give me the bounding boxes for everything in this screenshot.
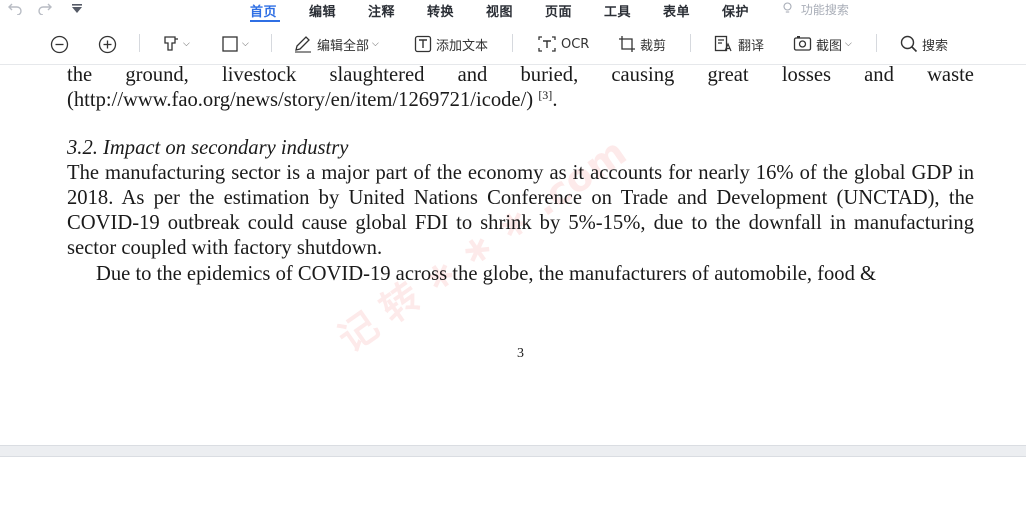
zoom-in-button[interactable] bbox=[98, 28, 117, 60]
paragraph: Due to the epidemics of COVID-19 across … bbox=[96, 263, 877, 285]
url-text: (http://www.fao.org/news/story/en/item/1… bbox=[67, 89, 534, 111]
crop-label: 裁剪 bbox=[640, 38, 667, 54]
tab-protect[interactable]: 保护 bbox=[722, 1, 749, 20]
edit-all-button[interactable]: 编辑全部 ⌵ bbox=[293, 28, 379, 60]
toolbar: ⌵ ⌵ 编辑全部 ⌵ 添加文本 OCR 裁剪 翻译 截图 ⌵ 搜索 bbox=[0, 28, 1026, 60]
toolbar-divider bbox=[512, 34, 513, 52]
zoom-out-icon bbox=[50, 35, 69, 54]
active-tab-indicator bbox=[250, 20, 280, 22]
crop-icon bbox=[618, 35, 636, 53]
page-number: 3 bbox=[517, 346, 524, 361]
citation: [3] bbox=[538, 88, 553, 102]
screenshot-label: 截图 bbox=[816, 38, 843, 54]
select-area-button[interactable]: ⌵ bbox=[221, 28, 249, 60]
paragraph: The manufacturing sector is a major part… bbox=[67, 162, 974, 259]
ocr-icon bbox=[537, 35, 557, 53]
undo-icon[interactable] bbox=[8, 1, 22, 19]
chevron-down-icon: ⌵ bbox=[242, 39, 249, 49]
zoom-out-button[interactable] bbox=[50, 28, 69, 60]
toolbar-divider bbox=[876, 34, 877, 52]
screenshot-icon bbox=[793, 35, 812, 53]
bulb-icon bbox=[782, 2, 797, 17]
tab-forms[interactable]: 表单 bbox=[663, 1, 690, 20]
translate-label: 翻译 bbox=[738, 38, 765, 54]
document-line: (http://www.fao.org/news/story/en/item/1… bbox=[67, 88, 558, 111]
tab-tools[interactable]: 工具 bbox=[604, 1, 631, 20]
add-text-button[interactable]: 添加文本 bbox=[414, 28, 488, 60]
ocr-label: OCR bbox=[561, 36, 590, 52]
tab-annotate[interactable]: 注释 bbox=[368, 1, 395, 20]
zoom-in-icon bbox=[98, 35, 117, 54]
tab-convert[interactable]: 转换 bbox=[427, 1, 454, 20]
add-text-label: 添加文本 bbox=[436, 38, 489, 54]
toolbar-divider bbox=[139, 34, 140, 52]
tab-view[interactable]: 视图 bbox=[486, 1, 513, 20]
screenshot-button[interactable]: 截图 ⌵ bbox=[793, 28, 852, 60]
page-separator bbox=[0, 445, 1026, 457]
edit-all-label: 编辑全部 bbox=[317, 38, 370, 54]
search-label: 搜索 bbox=[922, 38, 949, 54]
quick-access-dropdown-icon[interactable] bbox=[71, 4, 83, 17]
section-heading: 3.2. Impact on secondary industry bbox=[67, 137, 349, 159]
translate-icon bbox=[714, 35, 734, 53]
toolbar-divider bbox=[690, 34, 691, 52]
document-page[interactable]: 记 转 ∗ ∗ ∗ .com the ground, livestock sla… bbox=[0, 64, 1026, 445]
highlighter-icon bbox=[162, 35, 180, 53]
next-page[interactable] bbox=[0, 457, 1026, 531]
ocr-button[interactable]: OCR bbox=[537, 28, 589, 60]
tab-page[interactable]: 页面 bbox=[545, 1, 572, 20]
toolbar-divider bbox=[271, 34, 272, 52]
redo-icon[interactable] bbox=[38, 1, 52, 19]
menu-bar: 首页 编辑 注释 转换 视图 页面 工具 表单 保护 功能搜索 bbox=[0, 0, 1026, 22]
edit-pen-icon bbox=[293, 35, 313, 53]
document-line: the ground, livestock slaughtered and bu… bbox=[67, 64, 974, 86]
crop-button[interactable]: 裁剪 bbox=[618, 28, 666, 60]
search-icon bbox=[900, 35, 918, 53]
tab-edit[interactable]: 编辑 bbox=[309, 1, 336, 20]
add-text-icon bbox=[414, 35, 432, 53]
chevron-down-icon: ⌵ bbox=[372, 39, 379, 49]
function-search-label: 功能搜索 bbox=[800, 3, 849, 17]
search-button[interactable]: 搜索 bbox=[900, 28, 948, 60]
chevron-down-icon: ⌵ bbox=[183, 39, 190, 49]
function-search[interactable]: 功能搜索 bbox=[782, 1, 849, 18]
highlighter-button[interactable]: ⌵ bbox=[162, 28, 190, 60]
select-rectangle-icon bbox=[221, 35, 239, 53]
translate-button[interactable]: 翻译 bbox=[714, 28, 764, 60]
tab-home[interactable]: 首页 bbox=[250, 1, 277, 20]
chevron-down-icon: ⌵ bbox=[845, 39, 852, 49]
